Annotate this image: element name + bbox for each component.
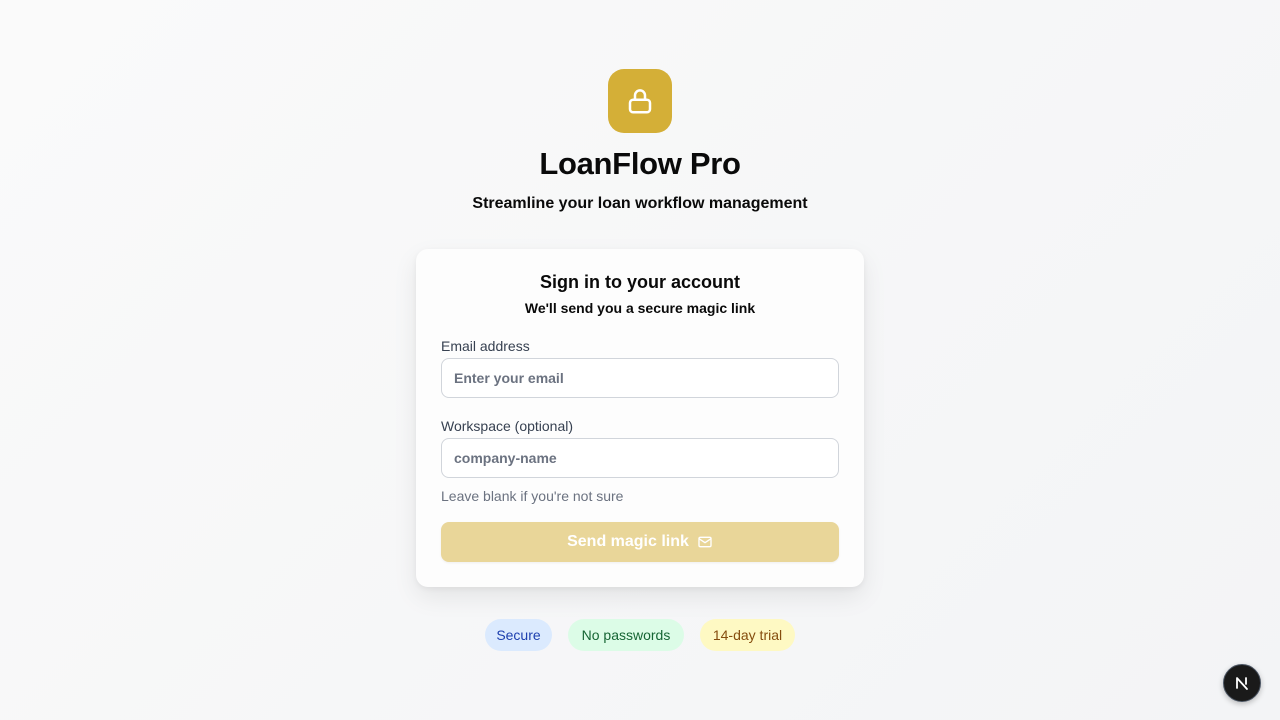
app-logo [608, 69, 672, 133]
workspace-field[interactable] [441, 438, 839, 478]
sign-in-card: Sign in to your account We'll send you a… [416, 249, 864, 587]
workspace-label: Workspace (optional) [441, 418, 574, 434]
card-title: Sign in to your account [539, 272, 740, 292]
mail-icon [698, 536, 712, 548]
workspace-hint: Leave blank if you're not sure [441, 488, 624, 504]
send-magic-link-label: Send magic link [567, 533, 689, 550]
nextjs-dev-tools-button[interactable] [1223, 664, 1261, 702]
card-subtitle: We'll send you a secure magic link [524, 300, 756, 316]
badge-no-passwords: No passwords [568, 619, 684, 651]
send-magic-link-button[interactable]: Send magic link [441, 522, 839, 562]
lock-icon [628, 89, 652, 114]
app-tagline: Streamline your loan workflow management [472, 195, 808, 212]
app-title: LoanFlow Pro [539, 146, 741, 181]
email-label: Email address [441, 338, 530, 354]
email-field[interactable] [441, 358, 839, 398]
nextjs-icon [1236, 677, 1248, 690]
badge-secure: Secure [485, 619, 552, 651]
badge-trial: 14-day trial [700, 619, 795, 651]
